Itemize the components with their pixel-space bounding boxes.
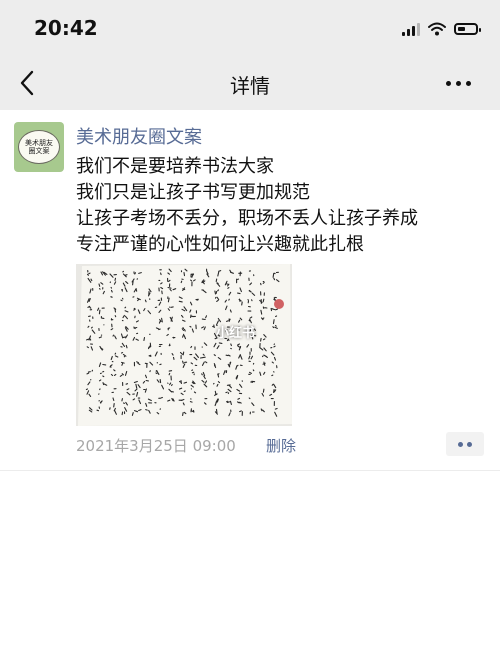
post-text: 我们不是要培养书法大家 我们只是让孩子书写更加规范 让孩子考场不丢分，职场不丢人… xyxy=(76,154,486,258)
battery-level xyxy=(458,27,465,31)
more-button[interactable] xyxy=(446,78,476,88)
calligraphy-image xyxy=(76,264,292,426)
signal-icon xyxy=(402,22,420,36)
comment-button[interactable] xyxy=(446,432,484,456)
post-line: 我们不是要培养书法大家 xyxy=(76,156,274,177)
more-dots-icon xyxy=(446,80,451,86)
status-time: 20:42 xyxy=(34,16,98,40)
status-icons xyxy=(402,20,481,38)
post-photo[interactable]: 小红书 xyxy=(76,264,292,426)
post-line: 让孩子考场不丢分，职场不丢人让孩子养成 xyxy=(76,208,418,229)
avatar[interactable]: 美术朋友 圈文案 xyxy=(14,122,64,172)
battery-icon xyxy=(454,23,481,35)
page-title: 详情 xyxy=(230,74,270,98)
post-line: 我们只是让孩子书写更加规范 xyxy=(76,182,310,203)
post-line: 专注严谨的心性如何让兴趣就此扎根 xyxy=(76,234,364,255)
avatar-logo: 美术朋友 圈文案 xyxy=(18,130,60,164)
wifi-icon xyxy=(428,22,446,36)
delete-link[interactable]: 删除 xyxy=(266,435,296,456)
username-link[interactable]: 美术朋友圈文案 xyxy=(76,123,202,149)
top-bar: 20:42 详情 xyxy=(0,0,500,110)
comment-dots-icon xyxy=(458,441,463,447)
post-date: 2021年3月25日 09:00 xyxy=(76,437,236,455)
photo-watermark: 小红书 xyxy=(216,326,256,341)
divider xyxy=(0,470,500,471)
